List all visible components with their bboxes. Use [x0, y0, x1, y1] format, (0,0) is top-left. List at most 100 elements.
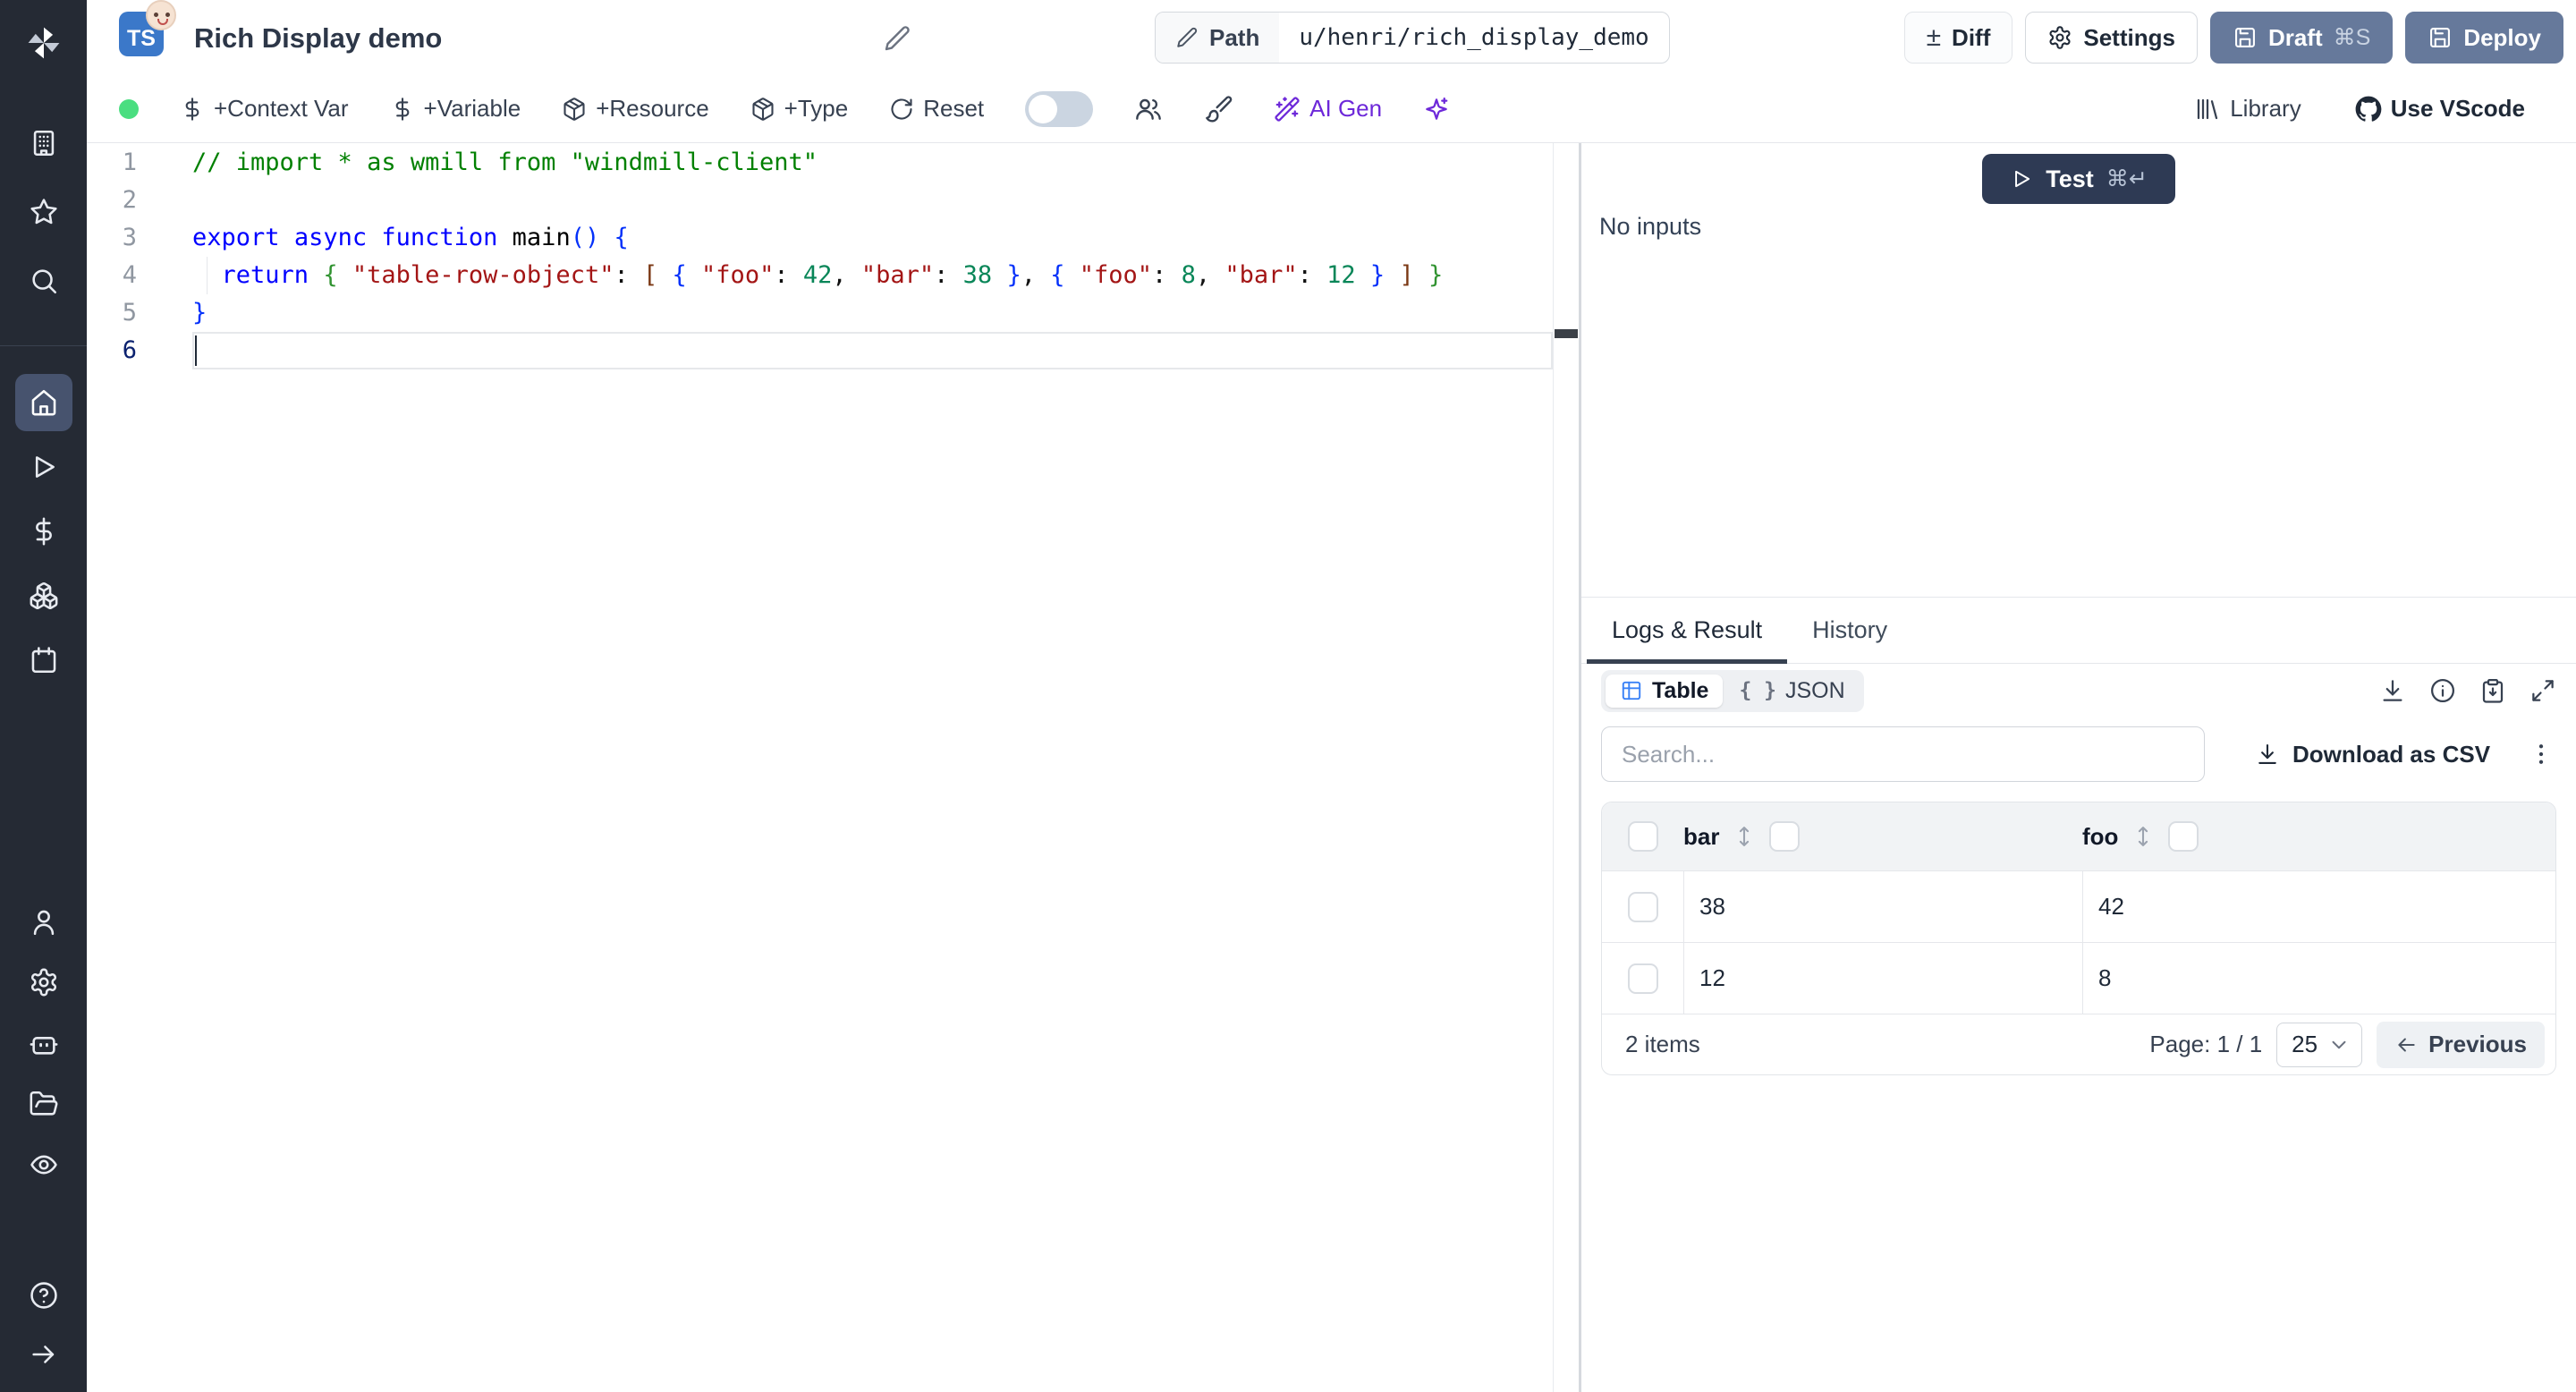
add-variable-button[interactable]: +Variable	[390, 95, 521, 123]
status-dot-icon	[119, 98, 139, 119]
multiplayer-button[interactable]	[1134, 95, 1163, 123]
text-cursor	[195, 335, 197, 366]
sidebar-item-favorites[interactable]	[15, 183, 72, 241]
tab-history[interactable]: History	[1787, 598, 1912, 663]
table-row: 12 8	[1602, 942, 2555, 1014]
add-context-var-button[interactable]: +Context Var	[180, 95, 349, 123]
result-section: Logs & Result History Table { } JSON Sea…	[1581, 597, 2576, 1392]
line-number: 6	[122, 336, 137, 364]
code-line: return { "table-row-object": [ { "foo": …	[221, 261, 1444, 289]
folder-icon	[29, 1089, 59, 1119]
braces-icon: { }	[1739, 679, 1776, 702]
path-label: Path	[1209, 23, 1260, 51]
star-icon	[29, 197, 59, 227]
sidebar-item-folders[interactable]	[15, 1075, 72, 1133]
line-number: 2	[122, 186, 137, 214]
sidebar-item-home[interactable]	[14, 374, 72, 431]
use-vscode-button[interactable]: Use VScode	[2355, 95, 2525, 123]
diff-button[interactable]: ± Diff	[1903, 12, 2013, 64]
search-input[interactable]	[1601, 726, 2205, 782]
result-tabs: Logs & Result History	[1581, 598, 2576, 664]
page-title: Rich Display demo	[194, 22, 443, 54]
tab-logs-result[interactable]: Logs & Result	[1587, 598, 1788, 664]
row-checkbox[interactable]	[1627, 963, 1658, 994]
boxes-icon	[29, 581, 59, 611]
code-lines: // import * as wmill from "windmill-clie…	[192, 143, 1552, 369]
sidebar-item-settings[interactable]	[15, 954, 72, 1011]
column-toggle-bar[interactable]	[1769, 821, 1801, 852]
sidebar-item-schedules[interactable]	[15, 632, 72, 689]
add-type-button[interactable]: +Type	[750, 95, 848, 123]
edit-title-button[interactable]	[883, 23, 913, 54]
sort-icon[interactable]	[1732, 824, 1757, 849]
table-row: 38 42	[1602, 870, 2555, 942]
view-mode-toggle: Table { } JSON	[1601, 669, 1864, 712]
sidebar-item-help[interactable]	[15, 1267, 72, 1324]
draft-button[interactable]: Draft ⌘S	[2209, 12, 2394, 64]
previous-page-button[interactable]: Previous	[2377, 1021, 2545, 1068]
sidebar	[0, 0, 87, 1392]
column-header-foo[interactable]: foo	[2082, 821, 2555, 852]
page-size-select[interactable]: 25	[2276, 1022, 2363, 1067]
test-button[interactable]: Test ⌘↵	[1982, 154, 2175, 204]
toolbar-left: +Context Var +Variable +Resource +Type R…	[119, 75, 1450, 142]
result-info-button[interactable]	[2429, 677, 2456, 704]
sidebar-item-audit[interactable]	[15, 1136, 72, 1193]
sidebar-item-workspace[interactable]	[15, 115, 72, 172]
save-icon	[2233, 25, 2258, 50]
column-header-bar[interactable]: bar	[1683, 821, 2082, 852]
path-label-section: Path	[1156, 13, 1280, 63]
items-count: 2 items	[1625, 1031, 1700, 1057]
search-icon	[29, 266, 59, 296]
no-inputs-label: No inputs	[1599, 213, 1702, 240]
row-checkbox[interactable]	[1627, 891, 1658, 922]
ai-gen-button[interactable]: AI Gen	[1274, 95, 1382, 123]
add-resource-button[interactable]: +Resource	[562, 95, 709, 123]
calendar-icon	[29, 645, 59, 675]
download-result-button[interactable]	[2379, 677, 2406, 704]
view-mode-json[interactable]: { } JSON	[1724, 675, 1859, 708]
diff-mode-toggle[interactable]	[1025, 90, 1094, 127]
table-cell: 38	[1683, 871, 2082, 942]
library-button[interactable]: Library	[2194, 95, 2301, 123]
pencil-icon	[883, 24, 911, 53]
table-menu-button[interactable]	[2528, 741, 2555, 768]
reset-button[interactable]: Reset	[889, 95, 984, 123]
path-value: u/henri/rich_display_demo	[1299, 24, 1649, 51]
code-editor[interactable]: 1 2 3 4 5 6 // import * as wmill from "windmi…	[87, 143, 1579, 1392]
table-header: bar foo	[1602, 802, 2555, 870]
deploy-button[interactable]: Deploy	[2405, 12, 2563, 64]
sidebar-item-search[interactable]	[15, 252, 72, 310]
save-icon	[2428, 25, 2453, 50]
play-icon	[2010, 167, 2033, 191]
download-csv-button[interactable]: Download as CSV	[2255, 741, 2490, 768]
refresh-icon	[889, 97, 914, 122]
sidebar-logo[interactable]	[15, 14, 72, 72]
select-all-checkbox[interactable]	[1627, 821, 1658, 852]
dollar-icon	[180, 97, 205, 122]
sidebar-item-runs[interactable]	[15, 438, 72, 496]
table-cell: 8	[2082, 943, 2555, 1014]
path-field[interactable]: Path u/henri/rich_display_demo	[1155, 12, 1670, 64]
sidebar-collapse[interactable]	[15, 1326, 72, 1383]
sidebar-item-users[interactable]	[15, 894, 72, 951]
sidebar-item-variables[interactable]	[15, 503, 72, 560]
format-button[interactable]	[1204, 95, 1233, 123]
view-mode-table[interactable]: Table	[1606, 674, 1724, 708]
paintbrush-icon	[1204, 95, 1233, 123]
dollar-icon	[390, 97, 415, 122]
sidebar-item-resources[interactable]	[15, 567, 72, 624]
settings-button[interactable]: Settings	[2025, 12, 2198, 64]
overview-ruler-cursor-mark	[1555, 329, 1578, 338]
test-shortcut: ⌘↵	[2106, 166, 2148, 191]
expand-result-button[interactable]	[2529, 677, 2556, 704]
column-toggle-foo[interactable]	[2168, 821, 2199, 852]
sidebar-item-workers[interactable]	[15, 1014, 72, 1072]
user-icon	[29, 907, 59, 938]
copy-result-button[interactable]	[2479, 677, 2506, 704]
ai-sparkles-button[interactable]	[1423, 96, 1450, 123]
toolbar-right: Library Use VScode	[2194, 75, 2525, 142]
result-action-icons	[2379, 677, 2556, 704]
pencil-icon	[1175, 26, 1199, 49]
sort-icon[interactable]	[2131, 824, 2156, 849]
